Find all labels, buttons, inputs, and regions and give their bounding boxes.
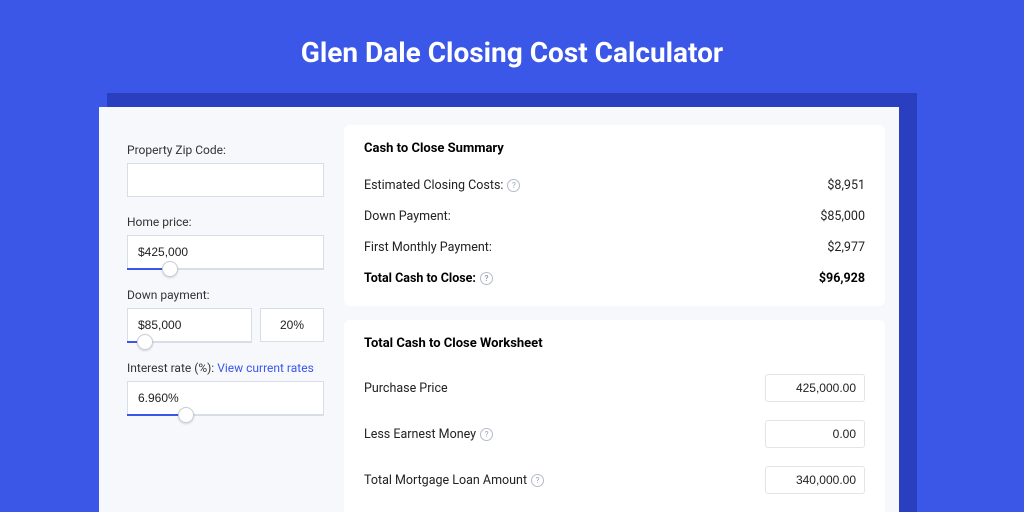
- cash-to-close-summary: Cash to Close Summary Estimated Closing …: [344, 125, 885, 306]
- summary-total-label: Total Cash to Close:: [364, 271, 476, 286]
- down-payment-label: Down payment:: [127, 288, 324, 302]
- down-payment-field: Down payment:: [127, 288, 324, 343]
- summary-row-value: $2,977: [827, 240, 865, 255]
- down-payment-pct-input[interactable]: [260, 308, 324, 342]
- worksheet-row-second-mortgage: Total Second Mortgage Amount ?: [364, 503, 865, 512]
- home-price-label: Home price:: [127, 215, 324, 229]
- home-price-slider-thumb[interactable]: [162, 261, 178, 277]
- summary-row-label: Estimated Closing Costs:: [364, 178, 503, 193]
- home-price-field: Home price:: [127, 215, 324, 270]
- view-rates-link[interactable]: View current rates: [217, 361, 314, 375]
- summary-row-total: Total Cash to Close: ? $96,928: [364, 263, 865, 294]
- interest-slider[interactable]: [127, 414, 324, 416]
- worksheet-row-label: Total Mortgage Loan Amount: [364, 473, 527, 488]
- down-payment-slider-thumb[interactable]: [137, 334, 153, 350]
- zip-field: Property Zip Code:: [127, 143, 324, 197]
- calculator-card: Property Zip Code: Home price: Down paym…: [99, 107, 899, 512]
- summary-row-value: $85,000: [820, 209, 865, 224]
- worksheet-row-purchase-price: Purchase Price: [364, 365, 865, 411]
- worksheet-title: Total Cash to Close Worksheet: [364, 336, 865, 351]
- help-icon[interactable]: ?: [531, 474, 544, 487]
- worksheet-row-label: Less Earnest Money: [364, 427, 476, 442]
- interest-field: Interest rate (%): View current rates: [127, 361, 324, 416]
- worksheet-row-earnest-money: Less Earnest Money ?: [364, 411, 865, 457]
- inputs-sidebar: Property Zip Code: Home price: Down paym…: [99, 107, 344, 512]
- purchase-price-input[interactable]: [765, 374, 865, 402]
- summary-row-value: $8,951: [827, 178, 865, 193]
- help-icon[interactable]: ?: [480, 428, 493, 441]
- summary-row-closing-costs: Estimated Closing Costs: ? $8,951: [364, 170, 865, 201]
- help-icon[interactable]: ?: [507, 179, 520, 192]
- summary-row-label: Down Payment:: [364, 209, 451, 224]
- help-icon[interactable]: ?: [480, 272, 493, 285]
- interest-input[interactable]: [127, 381, 324, 415]
- down-payment-slider[interactable]: [127, 341, 252, 343]
- zip-label: Property Zip Code:: [127, 143, 324, 157]
- interest-label-text: Interest rate (%):: [127, 361, 217, 375]
- worksheet-row-label: Purchase Price: [364, 381, 448, 396]
- main-panel: Cash to Close Summary Estimated Closing …: [344, 107, 899, 512]
- page-title: Glen Dale Closing Cost Calculator: [0, 0, 1024, 93]
- summary-row-first-payment: First Monthly Payment: $2,977: [364, 232, 865, 263]
- earnest-money-input[interactable]: [765, 420, 865, 448]
- mortgage-amount-input[interactable]: [765, 466, 865, 494]
- interest-slider-thumb[interactable]: [178, 407, 194, 423]
- summary-row-label: First Monthly Payment:: [364, 240, 492, 255]
- home-price-slider[interactable]: [127, 268, 324, 270]
- cash-to-close-worksheet: Total Cash to Close Worksheet Purchase P…: [344, 320, 885, 512]
- summary-total-value: $96,928: [819, 271, 865, 286]
- home-price-input[interactable]: [127, 235, 324, 269]
- card-shadow: Property Zip Code: Home price: Down paym…: [107, 93, 917, 512]
- interest-label: Interest rate (%): View current rates: [127, 361, 324, 375]
- summary-row-down-payment: Down Payment: $85,000: [364, 201, 865, 232]
- worksheet-row-mortgage-amount: Total Mortgage Loan Amount ?: [364, 457, 865, 503]
- summary-title: Cash to Close Summary: [364, 141, 865, 156]
- zip-input[interactable]: [127, 163, 324, 197]
